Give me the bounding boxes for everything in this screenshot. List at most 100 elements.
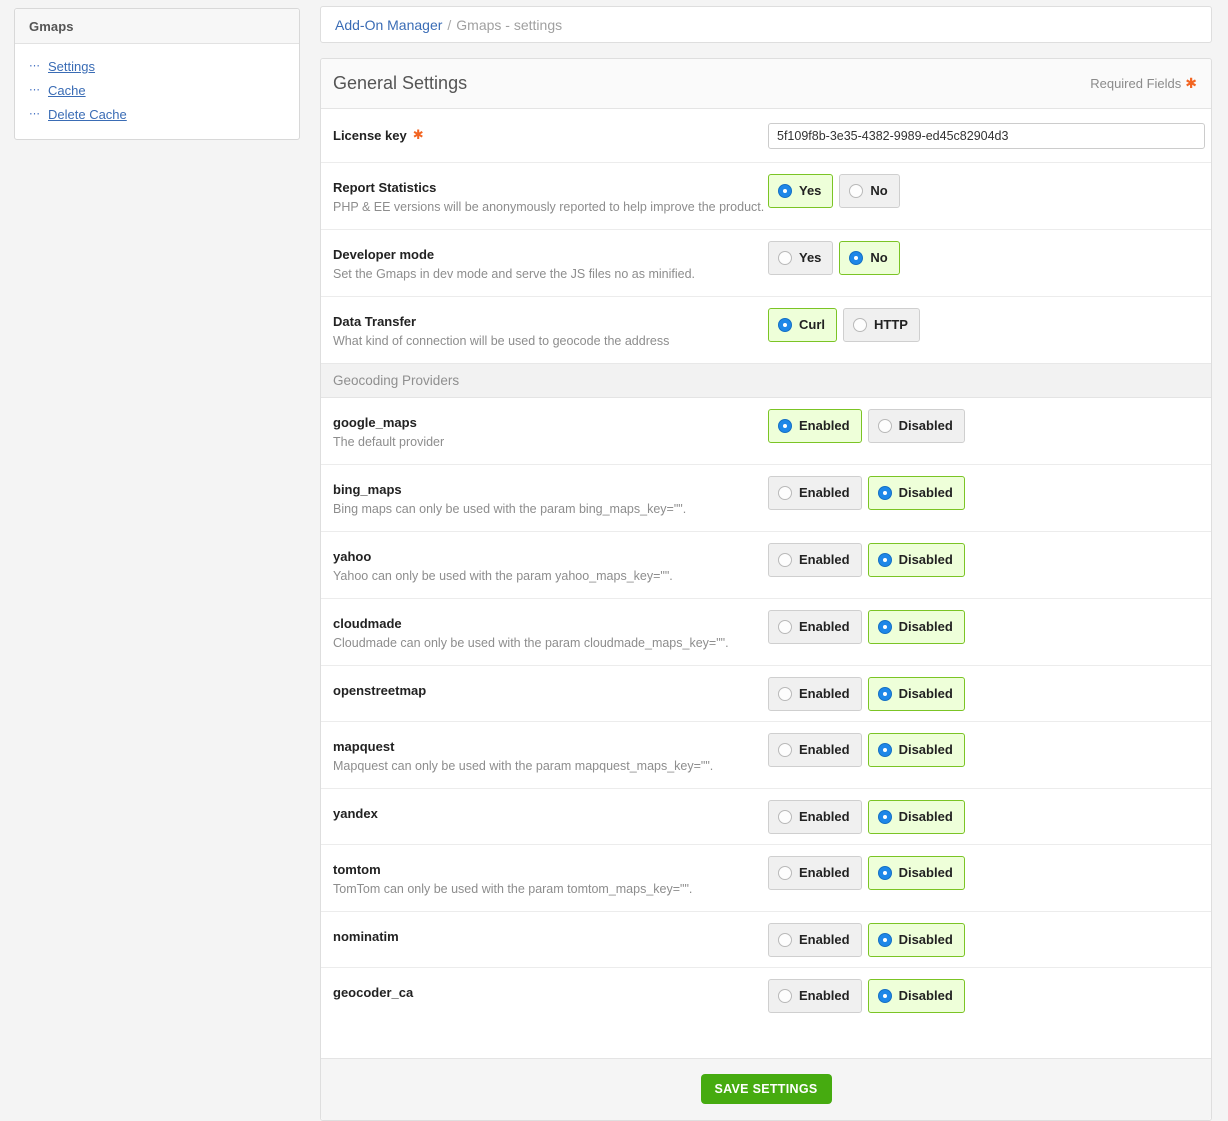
- provider-google_maps-option-disabled[interactable]: Disabled: [867, 409, 965, 443]
- provider-google_maps-option-enabled[interactable]: Enabled: [768, 409, 862, 443]
- radio-checked-icon[interactable]: [877, 486, 892, 500]
- report-statistics-option-no[interactable]: No: [839, 174, 900, 208]
- radio-option-label: Disabled: [898, 742, 953, 757]
- provider-tomtom-option-enabled[interactable]: Enabled: [768, 856, 862, 890]
- save-settings-button[interactable]: SAVE SETTINGS: [700, 1074, 832, 1104]
- radio-checked-icon[interactable]: [778, 318, 792, 332]
- radio-unchecked-icon[interactable]: [778, 810, 792, 824]
- radio-checked-icon[interactable]: [778, 419, 792, 433]
- radio-checked-icon[interactable]: [877, 989, 892, 1003]
- radio-checked-icon[interactable]: [877, 810, 892, 824]
- provider-description: The default provider: [333, 435, 445, 449]
- radio-unchecked-icon[interactable]: [849, 184, 864, 198]
- provider-openstreetmap-option-enabled[interactable]: Enabled: [768, 677, 862, 711]
- provider-geocoder_ca-option-disabled[interactable]: Disabled: [867, 979, 965, 1013]
- developer-mode-option-yes[interactable]: Yes: [768, 241, 834, 275]
- geocoding-providers-label: Geocoding Providers: [333, 373, 460, 388]
- data-transfer-option-http[interactable]: HTTP: [843, 308, 920, 342]
- radio-option-label: Disabled: [898, 485, 953, 500]
- provider-bing_maps-option-disabled[interactable]: Disabled: [867, 476, 965, 510]
- data-transfer-option-curl[interactable]: Curl: [768, 308, 837, 342]
- sidebar-title: Gmaps: [29, 19, 74, 34]
- provider-yandex-option-disabled[interactable]: Disabled: [867, 800, 965, 834]
- sidebar-item-label[interactable]: Settings: [48, 59, 95, 75]
- radio-option-label: No: [870, 183, 888, 198]
- provider-yandex-option-enabled[interactable]: Enabled: [768, 800, 862, 834]
- provider-mapquest-option-enabled[interactable]: Enabled: [768, 733, 862, 767]
- provider-yahoo-option-disabled[interactable]: Disabled: [867, 543, 965, 577]
- radio-checked-icon[interactable]: [778, 184, 792, 198]
- provider-nominatim-option-disabled[interactable]: Disabled: [867, 923, 965, 957]
- provider-yahoo-option-enabled[interactable]: Enabled: [768, 543, 862, 577]
- sidebar-nav: ⋯ Settings ⋯ Cache ⋯ Delete Cache: [15, 44, 299, 139]
- radio-checked-icon[interactable]: [877, 620, 892, 634]
- radio-unchecked-icon[interactable]: [778, 933, 792, 947]
- sidebar-item-settings[interactable]: ⋯ Settings: [29, 55, 285, 79]
- provider-geocoder_ca-option-enabled[interactable]: Enabled: [768, 979, 862, 1013]
- setting-description: Set the Gmaps in dev mode and serve the …: [333, 267, 695, 281]
- radio-checked-icon[interactable]: [877, 687, 892, 701]
- dots-icon: ⋯: [29, 59, 41, 72]
- setting-name: Data Transfer: [333, 314, 417, 329]
- breadcrumb-link-addon-manager[interactable]: Add-On Manager: [335, 17, 442, 33]
- provider-nominatim-option-enabled[interactable]: Enabled: [768, 923, 862, 957]
- radio-checked-icon[interactable]: [849, 251, 864, 265]
- radio-checked-icon[interactable]: [877, 866, 892, 880]
- radio-option-label: No: [870, 250, 888, 265]
- provider-openstreetmap-option-disabled[interactable]: Disabled: [867, 677, 965, 711]
- breadcrumb-separator: /: [447, 16, 452, 33]
- provider-description: Yahoo can only be used with the param ya…: [333, 569, 673, 583]
- radio-unchecked-icon[interactable]: [778, 553, 792, 567]
- developer-mode-option-no[interactable]: No: [839, 241, 900, 275]
- provider-cloudmade-option-disabled[interactable]: Disabled: [867, 610, 965, 644]
- license-key-input[interactable]: [768, 122, 1205, 149]
- report-statistics-option-yes[interactable]: Yes: [768, 174, 834, 208]
- radio-unchecked-icon[interactable]: [778, 989, 792, 1003]
- provider-name: yahoo: [333, 549, 372, 564]
- provider-label-cell: bing_maps Bing maps can only be used with…: [333, 465, 768, 531]
- provider-mapquest-radio-group: Enabled Disabled: [768, 733, 971, 767]
- radio-checked-icon[interactable]: [877, 743, 892, 757]
- setting-name: Report Statistics: [333, 180, 437, 195]
- provider-label-cell: cloudmade Cloudmade can only be used with…: [333, 599, 768, 665]
- provider-label-cell: google_maps The default provider: [333, 398, 768, 464]
- provider-cloudmade-option-enabled[interactable]: Enabled: [768, 610, 862, 644]
- geocoding-providers-header: Geocoding Providers: [321, 363, 1211, 398]
- dots-icon: ⋯: [29, 83, 41, 96]
- radio-unchecked-icon[interactable]: [778, 866, 792, 880]
- row-label-cell: Developer mode Set the Gmaps in dev mode …: [333, 230, 768, 296]
- radio-unchecked-icon[interactable]: [853, 318, 867, 332]
- provider-description: Cloudmade can only be used with the para…: [333, 636, 729, 650]
- radio-unchecked-icon[interactable]: [778, 743, 792, 757]
- provider-yahoo-radio-group: Enabled Disabled: [768, 543, 971, 577]
- provider-openstreetmap-radio-group: Enabled Disabled: [768, 677, 971, 711]
- radio-unchecked-icon[interactable]: [778, 687, 792, 701]
- radio-unchecked-icon[interactable]: [778, 251, 792, 265]
- radio-unchecked-icon[interactable]: [778, 620, 792, 634]
- sidebar-item-label[interactable]: Cache: [48, 83, 86, 99]
- page-title: General Settings: [333, 73, 468, 93]
- radio-option-label: Yes: [799, 183, 822, 198]
- radio-unchecked-icon[interactable]: [778, 486, 792, 500]
- provider-nominatim-radio-group: Enabled Disabled: [768, 923, 971, 957]
- sidebar-item-delete-cache[interactable]: ⋯ Delete Cache: [29, 103, 285, 127]
- provider-control-cell: Enabled Disabled: [768, 968, 971, 1013]
- license-required-asterisk-icon: ✱: [412, 127, 424, 142]
- radio-option-label: Curl: [799, 317, 825, 332]
- sidebar-item-label[interactable]: Delete Cache: [48, 107, 127, 123]
- settings-rows: Report Statistics PHP & EE versions will …: [321, 163, 1211, 363]
- provider-mapquest-option-disabled[interactable]: Disabled: [867, 733, 965, 767]
- sidebar-item-cache[interactable]: ⋯ Cache: [29, 79, 285, 103]
- radio-checked-icon[interactable]: [877, 933, 892, 947]
- license-key-control: [768, 122, 1205, 149]
- radio-unchecked-icon[interactable]: [877, 419, 892, 433]
- provider-yandex-radio-group: Enabled Disabled: [768, 800, 971, 834]
- radio-option-label: Enabled: [799, 988, 850, 1003]
- panel-spacer: [321, 1024, 1211, 1059]
- radio-checked-icon[interactable]: [877, 553, 892, 567]
- row-data-transfer: Data Transfer What kind of connection wil…: [321, 297, 1211, 363]
- radio-option-label: Disabled: [898, 809, 953, 824]
- provider-tomtom-option-disabled[interactable]: Disabled: [867, 856, 965, 890]
- provider-bing_maps-option-enabled[interactable]: Enabled: [768, 476, 862, 510]
- provider-label-cell: geocoder_ca: [333, 968, 768, 1015]
